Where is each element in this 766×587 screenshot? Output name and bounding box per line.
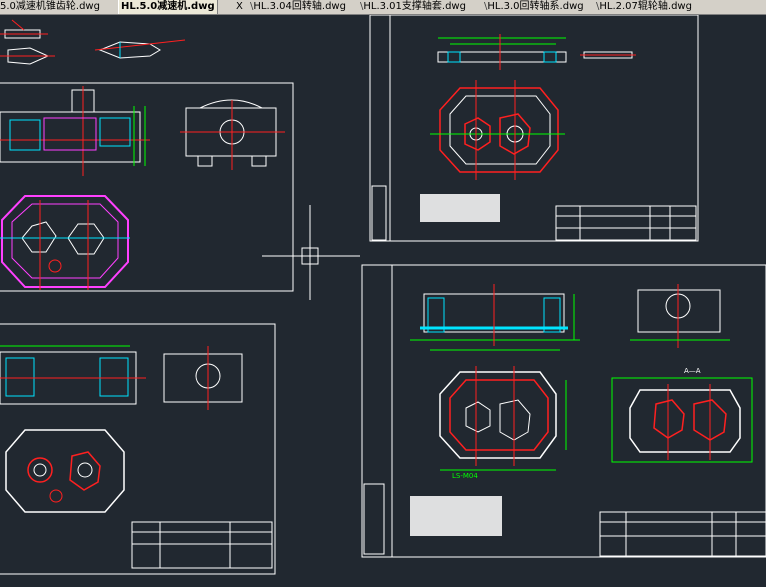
document-tab-bar: 5.0减速机锥齿轮.dwg HL.5.0减速机.dwg X \HL.3.04回转… [0,0,766,15]
tab-label: HL.3.0回转轴系.dwg [487,1,584,12]
sheet4-side-view [630,284,730,348]
sheet3-plan-view [5,429,125,513]
sheet4-section-view [410,284,580,351]
drawing-canvas[interactable]: LS-M04 A—A [0,14,766,583]
tab-rotary-shaft[interactable]: \HL.3.04回转轴.dwg [250,0,346,14]
section-label-a: A—A [684,367,701,375]
tab-label: 5.0减速机锥齿轮.dwg [0,1,100,12]
reducer-section-view-1 [0,86,150,176]
tab-support-sleeve[interactable]: \HL.3.01支撑轴套.dwg [360,0,466,14]
sheet-frame-3 [0,323,276,575]
sheet4-title-block [363,483,766,557]
reducer-plan-view-1 [0,195,130,290]
close-tab-icon[interactable]: X [236,0,243,14]
reducer-side-view-1 [180,99,285,170]
sheet2-plan-view [430,80,565,180]
tab-roller-shaft[interactable]: \HL.2.07辊轮轴.dwg [596,0,692,14]
sheet3-section-view [0,345,243,410]
sheet3-title-block [131,521,273,569]
sheet4-section-a [611,377,753,463]
tab-reducer-bevel-gear[interactable]: 5.0减速机锥齿轮.dwg [0,0,100,14]
tab-label: HL.3.04回转轴.dwg [253,1,346,12]
cad-model-space[interactable]: LS-M04 A—A [0,14,766,583]
crosshair-cursor [262,205,360,300]
sheet2-title-block [371,185,697,241]
sheet-frame-1 [0,82,294,292]
tab-label: HL.5.0减速机.dwg [121,1,215,12]
sheet-frame-2 [369,14,699,242]
sheet4-plan-view [439,366,567,471]
tab-label: HL.2.07辊轮轴.dwg [599,1,692,12]
tab-label: HL.3.01支撑轴套.dwg [363,1,466,12]
bevel-gear-sketch [0,19,186,65]
sheet2-top-section [437,34,636,70]
annotation-label: LS-M04 [452,472,478,480]
tab-reducer-active[interactable]: HL.5.0减速机.dwg [118,0,218,14]
tab-rotary-shaft-system[interactable]: \HL.3.0回转轴系.dwg [484,0,584,14]
